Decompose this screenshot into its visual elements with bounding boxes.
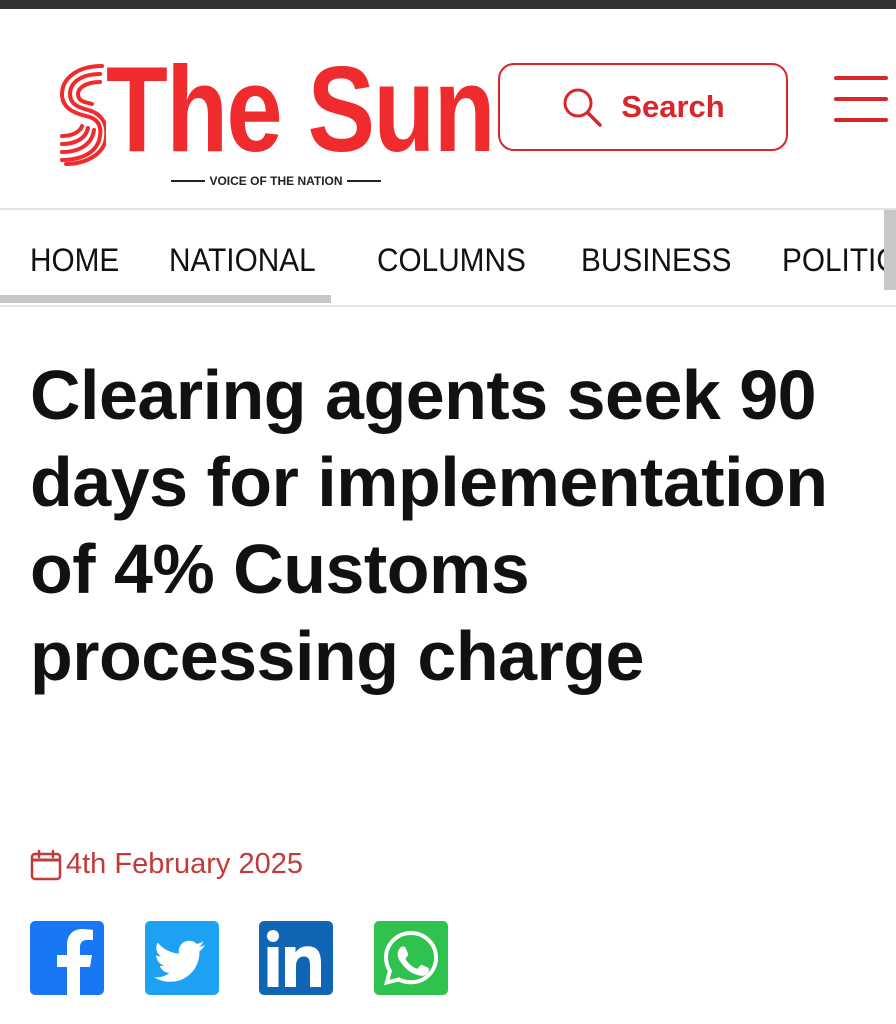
search-icon	[563, 88, 603, 127]
logo-tagline: VOICE OF THE NATION	[171, 174, 381, 188]
twitter-icon	[154, 940, 205, 982]
whatsapp-icon	[383, 930, 439, 986]
tagline-text: VOICE OF THE NATION	[209, 174, 343, 188]
nav-divider	[0, 305, 896, 307]
whatsapp-share-button[interactable]	[374, 921, 448, 995]
linkedin-icon	[267, 930, 321, 987]
twitter-share-button[interactable]	[145, 921, 219, 995]
nav-side-scrollbar[interactable]	[884, 210, 896, 290]
facebook-icon	[57, 929, 93, 995]
header-divider	[0, 208, 896, 210]
sun-swirl-icon	[59, 64, 106, 166]
article-headline: Clearing agents seek 90 days for impleme…	[30, 356, 828, 695]
browser-top-bar	[0, 0, 896, 9]
nav-item-national[interactable]: NATIONAL	[169, 242, 316, 279]
search-label: Search	[621, 89, 725, 124]
date-text: 4th February 2025	[66, 848, 303, 880]
main-nav: HOME NATIONAL COLUMNS BUSINESS POLITIC	[0, 212, 896, 306]
linkedin-share-button[interactable]	[259, 921, 333, 995]
nav-item-columns[interactable]: COLUMNS	[377, 242, 526, 279]
nav-item-business[interactable]: BUSINESS	[581, 242, 732, 279]
site-logo[interactable]: The Sun VOICE OF THE NATION	[56, 44, 495, 193]
nav-scrollbar[interactable]	[0, 295, 331, 303]
nav-item-politics[interactable]: POLITIC	[782, 242, 896, 279]
search-button[interactable]: Search	[498, 63, 788, 151]
nav-item-home[interactable]: HOME	[30, 242, 119, 279]
logo-wordmark: The Sun	[106, 41, 495, 177]
facebook-share-button[interactable]	[30, 921, 104, 995]
hamburger-menu-icon[interactable]	[834, 74, 888, 124]
article-date: 4th February 2025	[30, 848, 303, 881]
calendar-icon	[30, 849, 62, 880]
